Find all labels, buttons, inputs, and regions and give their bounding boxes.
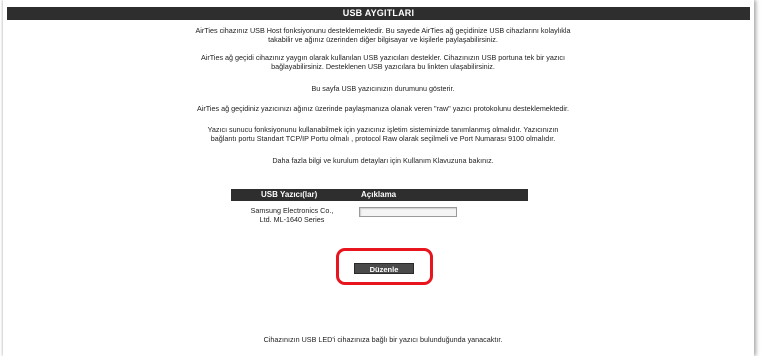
setup-paragraph: Yazıcı sunucu fonksiyonunu kullanabilmek… <box>113 125 653 143</box>
content-panel: USB AYGITLARI AirTies cihazınız USB Host… <box>3 0 754 356</box>
raw-protocol-paragraph: AirTies ağ geçidiniz yazıcınızı ağınız ü… <box>113 104 653 113</box>
edit-button[interactable]: Düzenle <box>354 263 414 274</box>
text-line: AirTies ağ geçidi cihazınız yaygın olara… <box>200 53 566 62</box>
printer-description-input[interactable] <box>359 207 457 217</box>
printer-name-line: Ltd. ML-1640 Series <box>259 215 325 224</box>
printers-table-header: USB Yazıcı(lar) Açıklama <box>231 189 528 201</box>
intro-paragraph: AirTies cihazınız USB Host fonksiyonunu … <box>113 26 653 44</box>
text-line: AirTies cihazınız USB Host fonksiyonunu … <box>195 26 571 35</box>
text-line: bağlayabilirsiniz. Desteklenen USB yazıc… <box>271 62 495 71</box>
text-line: Bu sayfa USB yazıcınızın durumunu göster… <box>311 84 455 93</box>
text-line: Yazıcı sunucu fonksiyonunu kullanabilmek… <box>207 125 559 134</box>
manual-paragraph: Daha fazla bilgi ve kurulum detayları iç… <box>113 156 653 165</box>
usb-led-note: Cihazınızın USB LED'i cihazınıza bağlı b… <box>263 335 503 344</box>
text-line: AirTies ağ geçidiniz yazıcınızı ağınız ü… <box>197 104 569 113</box>
status-paragraph: Bu sayfa USB yazıcınızın durumunu göster… <box>113 84 653 93</box>
text-line: bağlantı portu Standart TCP/IP Portu olm… <box>210 134 556 143</box>
printer-name-cell: Samsung Electronics Co., Ltd. ML-1640 Se… <box>235 206 349 224</box>
column-header-description: Açıklama <box>361 190 397 199</box>
column-header-printers: USB Yazıcı(lar) <box>261 190 318 199</box>
printer-support-paragraph: AirTies ağ geçidi cihazınız yaygın olara… <box>113 53 653 71</box>
printer-name-line: Samsung Electronics Co., <box>250 206 334 215</box>
page-title: USB AYGITLARI <box>7 7 750 20</box>
text-line: takabilir ve ağınız üzerinden diğer bilg… <box>268 35 498 44</box>
text-line: Daha fazla bilgi ve kurulum detayları iç… <box>272 156 494 165</box>
